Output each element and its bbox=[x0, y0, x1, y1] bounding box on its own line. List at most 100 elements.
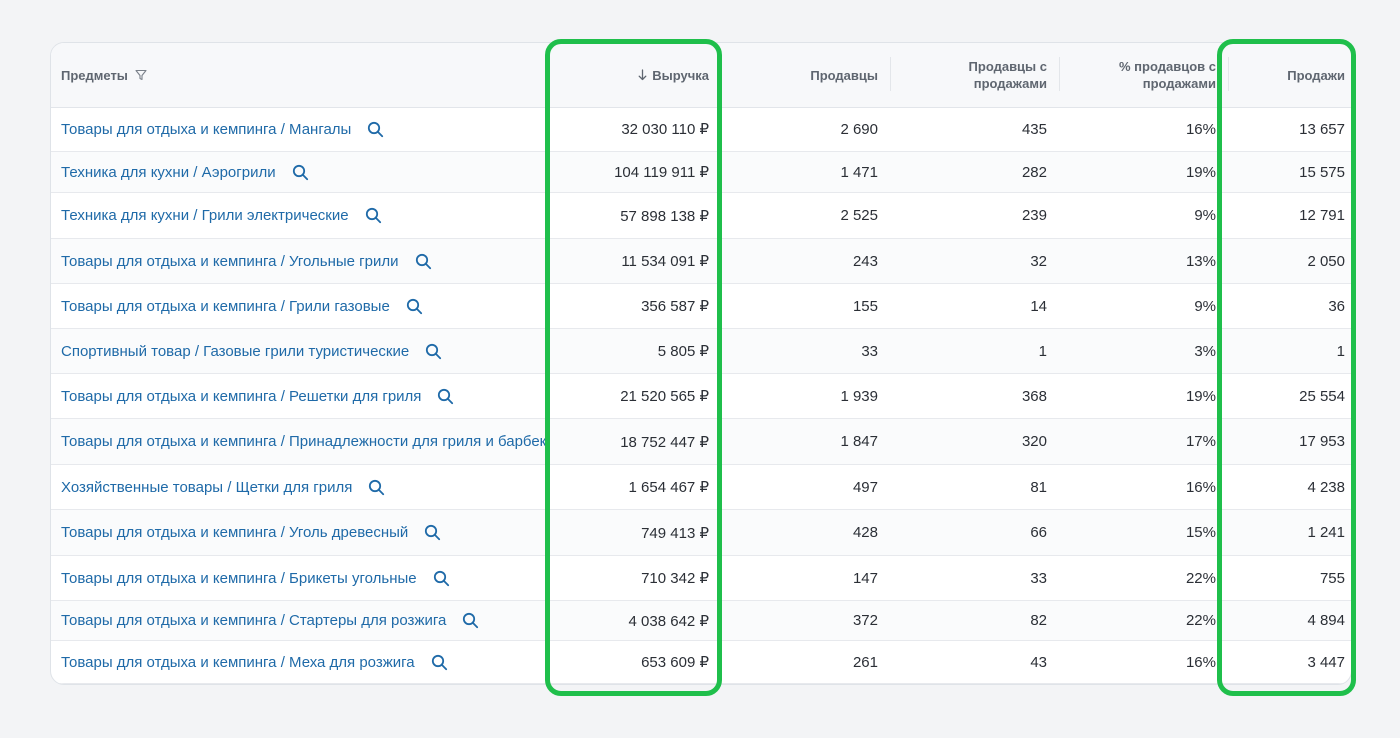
sales-cell: 2 050 bbox=[1307, 252, 1345, 270]
subject-cell: Товары для отдыха и кемпинга / Брикеты у… bbox=[61, 556, 547, 600]
arrow-down-icon bbox=[638, 69, 647, 81]
pct-sellers-cell: 13% bbox=[1185, 252, 1216, 270]
column-header-sellers-label: Продавцы bbox=[810, 67, 878, 83]
revenue-cell: 18 752 447 ₽ bbox=[620, 433, 709, 451]
revenue-cell: 21 520 565 ₽ bbox=[620, 388, 709, 405]
column-header-pct-sellers-line2: продажами bbox=[1142, 76, 1216, 91]
table-row: Товары для отдыха и кемпинга / Грили газ… bbox=[51, 284, 1351, 329]
sellers-with-sales-cell: 239 bbox=[1021, 207, 1047, 224]
revenue-cell: 710 342 ₽ bbox=[641, 570, 709, 587]
subjects-table: Предметы Выручка Продавцы Продавцы с про… bbox=[50, 42, 1352, 685]
pct-sellers-cell: 15% bbox=[1185, 524, 1216, 541]
subject-cell: Спортивный товар / Газовые грили туристи… bbox=[61, 329, 547, 373]
search-icon[interactable] bbox=[415, 253, 432, 270]
revenue-cell: 11 534 091 ₽ bbox=[621, 253, 709, 270]
table-row: Товары для отдыха и кемпинга / Уголь дре… bbox=[51, 510, 1351, 556]
sales-cell: 15 575 bbox=[1299, 163, 1345, 181]
sellers-cell: 2 525 bbox=[840, 207, 878, 224]
search-icon[interactable] bbox=[292, 164, 309, 181]
column-header-sellers-with-sales-line2: продажами bbox=[973, 76, 1047, 91]
revenue-cell: 32 030 110 ₽ bbox=[621, 121, 709, 138]
subject-cell: Товары для отдыха и кемпинга / Угольные … bbox=[61, 239, 547, 283]
subject-link[interactable]: Товары для отдыха и кемпинга / Уголь дре… bbox=[61, 524, 408, 541]
subject-cell: Товары для отдыха и кемпинга / Меха для … bbox=[61, 641, 547, 683]
table-row: Техника для кухни / Аэрогрили 104 119 911… bbox=[51, 152, 1351, 193]
table-row: Товары для отдыха и кемпинга / Меха для … bbox=[51, 641, 1351, 684]
subject-link[interactable]: Товары для отдыха и кемпинга / Принадлеж… bbox=[61, 433, 547, 450]
sales-cell: 17 953 bbox=[1299, 433, 1345, 450]
revenue-cell: 653 609 ₽ bbox=[641, 654, 709, 671]
subject-link[interactable]: Товары для отдыха и кемпинга / Решетки д… bbox=[61, 388, 421, 405]
column-header-subject[interactable]: Предметы bbox=[61, 43, 461, 107]
subject-cell: Хозяйственные товары / Щетки для гриля bbox=[61, 465, 547, 509]
search-icon[interactable] bbox=[424, 524, 441, 541]
search-icon[interactable] bbox=[365, 207, 382, 224]
subject-link[interactable]: Товары для отдыха и кемпинга / Стартеры … bbox=[61, 612, 446, 629]
table-row: Товары для отдыха и кемпинга / Угольные … bbox=[51, 239, 1351, 284]
subject-link[interactable]: Спортивный товар / Газовые грили туристи… bbox=[61, 343, 409, 360]
sales-cell: 36 bbox=[1328, 297, 1345, 315]
table-header: Предметы Выручка Продавцы Продавцы с про… bbox=[51, 43, 1351, 108]
revenue-cell: 356 587 ₽ bbox=[641, 298, 709, 315]
column-header-revenue[interactable]: Выручка bbox=[553, 43, 709, 107]
revenue-cell: 749 413 ₽ bbox=[641, 524, 709, 542]
pct-sellers-cell: 16% bbox=[1185, 653, 1216, 671]
column-header-sellers[interactable]: Продавцы bbox=[721, 43, 878, 107]
subject-cell: Товары для отдыха и кемпинга / Грили газ… bbox=[61, 284, 547, 328]
sellers-cell: 497 bbox=[852, 478, 878, 496]
subject-cell: Техника для кухни / Грили электрические bbox=[61, 193, 547, 238]
sellers-with-sales-cell: 82 bbox=[1030, 612, 1047, 629]
subject-cell: Товары для отдыха и кемпинга / Решетки д… bbox=[61, 374, 547, 418]
sellers-cell: 155 bbox=[852, 297, 878, 315]
sellers-cell: 428 bbox=[852, 524, 878, 541]
table-row: Товары для отдыха и кемпинга / Брикеты у… bbox=[51, 556, 1351, 601]
search-icon[interactable] bbox=[425, 343, 442, 360]
subject-link[interactable]: Техника для кухни / Грили электрические bbox=[61, 207, 349, 224]
subject-link[interactable]: Товары для отдыха и кемпинга / Мангалы bbox=[61, 121, 351, 138]
sales-cell: 3 447 bbox=[1307, 653, 1345, 671]
search-icon[interactable] bbox=[437, 388, 454, 405]
subject-link[interactable]: Хозяйственные товары / Щетки для гриля bbox=[61, 479, 352, 496]
subject-cell: Техника для кухни / Аэрогрили bbox=[61, 152, 547, 192]
column-header-pct-sellers-line1: % продавцов с bbox=[1119, 59, 1216, 74]
subject-link[interactable]: Товары для отдыха и кемпинга / Угольные … bbox=[61, 253, 399, 270]
sales-cell: 12 791 bbox=[1299, 207, 1345, 224]
search-icon[interactable] bbox=[431, 654, 448, 671]
sellers-cell: 261 bbox=[852, 653, 878, 671]
sellers-cell: 372 bbox=[852, 612, 878, 629]
filter-funnel-icon[interactable] bbox=[135, 69, 147, 81]
table-row: Спортивный товар / Газовые грили туристи… bbox=[51, 329, 1351, 374]
pct-sellers-cell: 19% bbox=[1185, 163, 1216, 181]
sales-cell: 1 241 bbox=[1307, 524, 1345, 541]
column-header-pct-sellers[interactable]: % продавцов с продажами bbox=[1065, 43, 1216, 107]
search-icon[interactable] bbox=[462, 612, 479, 629]
column-header-sellers-with-sales-line1: Продавцы с bbox=[968, 59, 1047, 74]
subject-link[interactable]: Товары для отдыха и кемпинга / Меха для … bbox=[61, 654, 415, 671]
table-row: Товары для отдыха и кемпинга / Принадлеж… bbox=[51, 419, 1351, 465]
column-header-sellers-with-sales[interactable]: Продавцы с продажами bbox=[896, 43, 1047, 107]
table-row: Техника для кухни / Грили электрические 5… bbox=[51, 193, 1351, 239]
sellers-cell: 243 bbox=[852, 252, 878, 270]
sales-cell: 4 894 bbox=[1307, 612, 1345, 629]
sellers-with-sales-cell: 320 bbox=[1021, 433, 1047, 450]
column-header-revenue-label: Выручка bbox=[652, 67, 709, 83]
search-icon[interactable] bbox=[368, 479, 385, 496]
search-icon[interactable] bbox=[406, 298, 423, 315]
revenue-cell: 104 119 911 ₽ bbox=[614, 164, 709, 181]
revenue-cell: 5 805 ₽ bbox=[657, 343, 709, 360]
table-row: Товары для отдыха и кемпинга / Стартеры … bbox=[51, 601, 1351, 641]
column-header-sales[interactable]: Продажи bbox=[1234, 43, 1345, 107]
subject-link[interactable]: Техника для кухни / Аэрогрили bbox=[61, 164, 276, 181]
search-icon[interactable] bbox=[433, 570, 450, 587]
pct-sellers-cell: 19% bbox=[1185, 387, 1216, 405]
pct-sellers-cell: 22% bbox=[1185, 612, 1216, 629]
column-divider bbox=[1228, 57, 1229, 91]
subject-cell: Товары для отдыха и кемпинга / Принадлеж… bbox=[61, 419, 547, 464]
sales-cell: 13 657 bbox=[1299, 120, 1345, 138]
subject-link[interactable]: Товары для отдыха и кемпинга / Грили газ… bbox=[61, 298, 390, 315]
subject-cell: Товары для отдыха и кемпинга / Стартеры … bbox=[61, 601, 547, 640]
pct-sellers-cell: 22% bbox=[1185, 569, 1216, 587]
subject-link[interactable]: Товары для отдыха и кемпинга / Брикеты у… bbox=[61, 570, 417, 587]
search-icon[interactable] bbox=[367, 121, 384, 138]
column-divider bbox=[1059, 57, 1060, 91]
